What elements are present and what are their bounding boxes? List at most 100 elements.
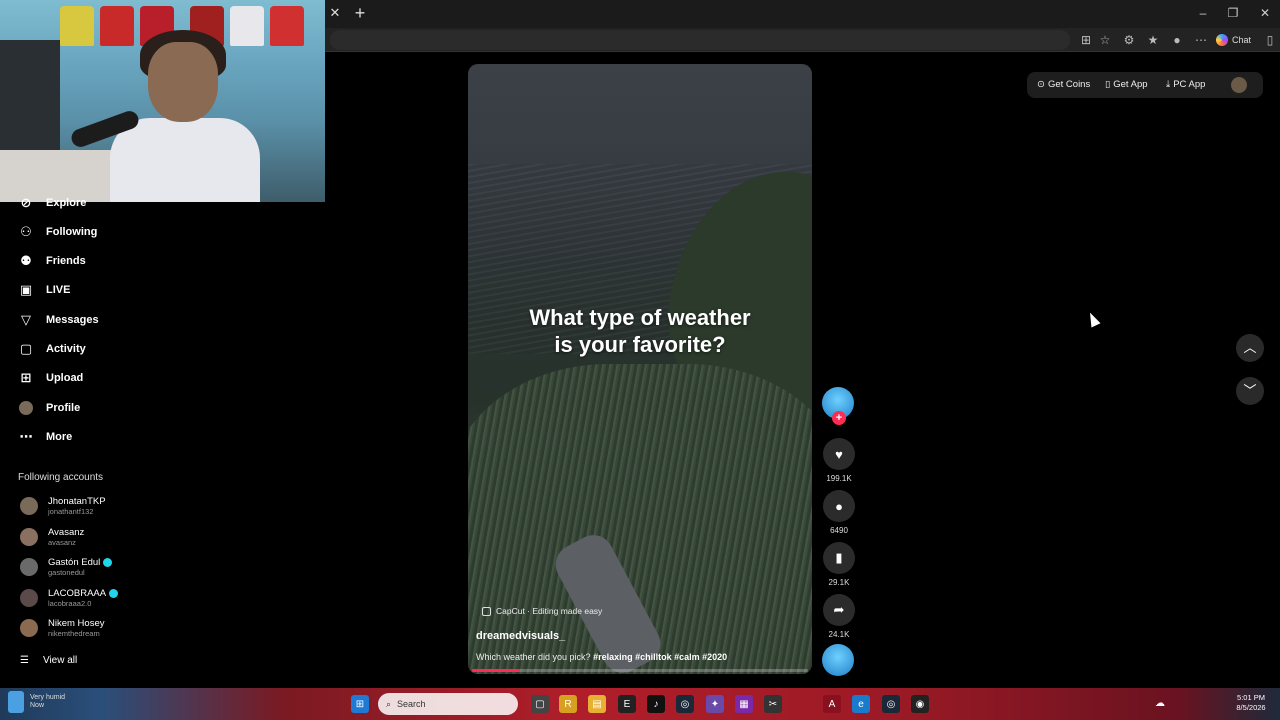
apps-icon[interactable]: ⊞ [1078,32,1094,48]
restore-icon[interactable]: ❐ [1226,6,1240,20]
jersey-decor [230,6,264,46]
caption-line-2: is your favorite? [554,332,726,357]
account-item[interactable]: LACOBRAAA lacobraaa2.0 [20,584,119,612]
copilot-chat-button[interactable]: Chat [1216,31,1251,49]
heart-icon[interactable]: ♥ [823,438,855,470]
sidebar-item-following[interactable]: ⚇ Following [18,221,97,243]
caption-line-1: What type of weather [529,305,751,330]
account-name-text: Gastón Edul [48,557,101,568]
user-avatar[interactable] [1231,77,1247,93]
video-player[interactable]: What type of weather is your favorite? C… [468,64,812,674]
sidebar-item-friends[interactable]: ⚉ Friends [18,250,86,272]
bookmark-icon[interactable]: ▮ [823,542,855,574]
sidebar-item-live[interactable]: ▣ LIVE [18,279,71,301]
video-progress-bar[interactable] [472,669,808,672]
game-controller-icon[interactable]: ✦ [706,695,724,713]
avatar [20,528,38,546]
sidebar-toggle-icon[interactable]: ▯ [1262,32,1278,48]
next-video-chevron-down-icon[interactable]: ﹀ [1236,377,1264,405]
steam-alt-icon[interactable]: ◎ [882,695,900,713]
share-arrow-icon[interactable]: ➦ [823,594,855,626]
pc-app-button[interactable]: ⤓ PC App [1166,79,1205,90]
account-handle: nikemthedream [48,629,100,638]
account-name: JhonatanTKP [48,496,106,507]
get-app-label: Get App [1113,79,1148,90]
webcam-overlay [0,0,325,202]
list-icon: ☰ [20,654,29,666]
rockstar-icon[interactable]: R [559,695,577,713]
sidebar-item-label: LIVE [46,284,71,296]
system-clock[interactable]: 5:01 PM 8/5/2026 [1226,693,1276,713]
sidebar-item-messages[interactable]: ▽ Messages [18,309,99,331]
hashtags[interactable]: #relaxing #chilltok #calm #2020 [593,652,727,662]
onedrive-icon[interactable]: ☁ [1154,698,1166,710]
sidebar-item-profile[interactable]: Profile [18,397,80,419]
sidebar-item-label: Friends [46,255,86,267]
epic-games-icon[interactable]: E [618,695,636,713]
steam-icon[interactable]: ◎ [676,695,694,713]
plus-square-icon: ⊞ [20,370,32,385]
pc-app-label: PC App [1173,79,1206,90]
capcut-app-icon[interactable]: ✂ [764,695,782,713]
jersey-decor [60,6,94,46]
video-author[interactable]: dreamedvisuals_ [476,630,565,642]
clock-date: 8/5/2026 [1236,703,1266,712]
weather-condition: Very humid [30,694,66,701]
profile-icon[interactable]: ● [1169,32,1185,48]
share-action[interactable]: ➦ 24.1K [822,594,856,639]
weather-widget[interactable]: Very humid Now [8,691,65,713]
new-tab-icon[interactable]: + [352,4,368,22]
sidebar-item-explore[interactable]: ⊘ Explore [18,192,87,214]
sidebar-item-label: Upload [46,372,84,384]
tiktok-icon[interactable]: ♪ [647,695,665,713]
account-item[interactable]: JhonatanTKP jonathantf132 [20,492,106,520]
url-field[interactable] [330,30,1070,50]
account-handle: lacobraaa2.0 [48,599,92,608]
taskbar-search[interactable]: ⌕ Search [378,693,518,715]
verified-badge-icon [109,589,119,598]
get-app-button[interactable]: ▯ Get App [1105,79,1148,90]
comment-action[interactable]: ● 6490 [822,490,856,535]
live-tv-icon: ▣ [19,282,33,297]
sidebar-item-more[interactable]: ⋯ More [18,426,73,448]
account-item[interactable]: Gastón Edul gastonedul [20,553,113,581]
app-a-icon[interactable]: A [823,695,841,713]
video-caption-overlay: What type of weather is your favorite? [468,304,812,358]
music-disc-icon[interactable] [822,644,854,676]
weather-icon [8,691,24,713]
previous-video-chevron-up-icon[interactable]: ︿ [1236,334,1264,362]
save-action[interactable]: ▮ 29.1K [822,542,856,587]
minimize-icon[interactable]: – [1196,6,1210,20]
obs-icon[interactable]: ◉ [911,695,929,713]
account-item[interactable]: Avasanz avasanz [20,523,84,551]
account-name: LACOBRAAA [48,588,119,599]
close-window-icon[interactable]: ✕ [1258,6,1272,20]
follow-plus-icon[interactable]: + [832,411,846,425]
extensions-icon[interactable]: ⚙ [1121,32,1137,48]
capcut-anchor[interactable]: CapCut · Editing made easy [482,606,602,616]
favorites-icon[interactable]: ★ [1145,32,1161,48]
verified-badge-icon [103,558,113,567]
account-item[interactable]: Nikem Hosey nikemthedream [20,614,105,642]
sidebar-item-label: Following [46,226,98,238]
avatar-icon [18,400,34,416]
app-icon[interactable]: ▦ [735,695,753,713]
capcut-icon [482,606,491,616]
edge-browser-icon[interactable]: e [852,695,870,713]
search-icon: ⌕ [386,698,392,709]
description-text: Which weather did you pick? [476,652,591,662]
comment-icon[interactable]: ● [823,490,855,522]
file-explorer-icon[interactable]: ▤ [588,695,606,713]
view-all-button[interactable]: ☰ View all [20,652,77,668]
get-coins-button[interactable]: ⊙ Get Coins [1037,79,1090,90]
sidebar-item-upload[interactable]: ⊞ Upload [18,367,84,389]
menu-ellipsis-icon[interactable]: ⋯ [1193,32,1209,48]
task-view-icon[interactable]: ▢ [531,695,549,713]
person-add-icon: ⚇ [20,224,32,239]
sidebar-item-activity[interactable]: ▢ Activity [18,338,86,360]
favorite-star-icon[interactable]: ☆ [1097,32,1113,48]
close-tab-icon[interactable]: ✕ [328,6,342,20]
like-action[interactable]: ♥ 199.1K [822,438,856,483]
windows-start-icon[interactable]: ⊞ [351,695,369,713]
account-name: Nikem Hosey [48,618,105,629]
